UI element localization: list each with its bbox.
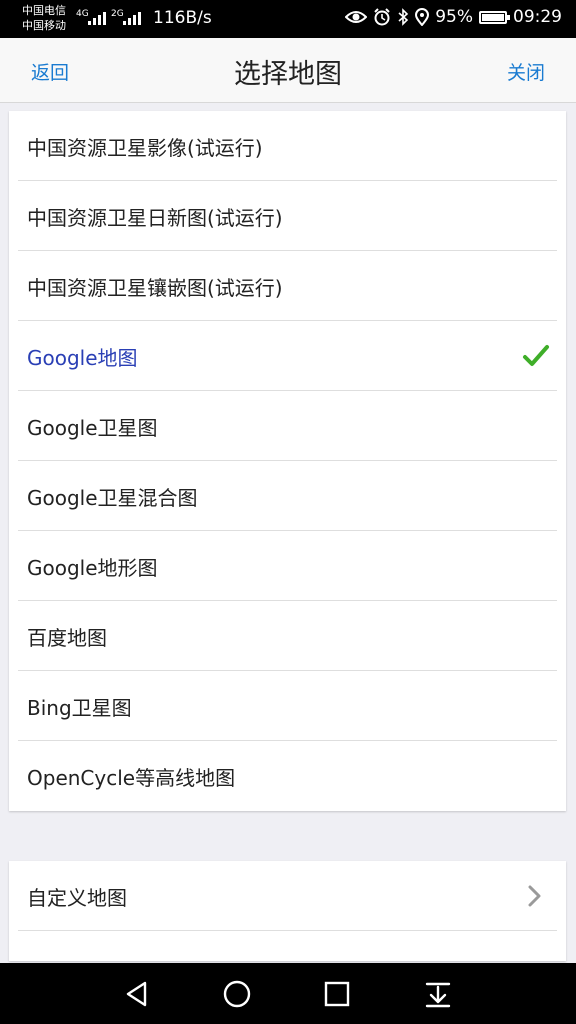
status-bar: 中国电信 中国移动 4G 2G 116B/s 95% 09:29 <box>0 0 576 38</box>
list-item-partial[interactable] <box>9 931 566 961</box>
page-title: 选择地图 <box>234 59 342 90</box>
navigation-bar: 返回 选择地图 关闭 <box>0 38 576 103</box>
alarm-icon <box>374 8 390 26</box>
recents-square-icon[interactable] <box>321 978 353 1010</box>
system-nav-bar <box>0 963 576 1024</box>
map-option-label: Bing卫星图 <box>27 695 132 720</box>
map-option-3[interactable]: 中国资源卫星镶嵌图(试运行) <box>9 251 566 321</box>
network-type-1: 4G <box>76 9 89 19</box>
signal-icon <box>88 12 106 25</box>
map-option-9[interactable]: Bing卫星图 <box>9 671 566 741</box>
carrier-2: 中国移动 <box>22 19 66 32</box>
map-option-8[interactable]: 百度地图 <box>9 601 566 671</box>
map-option-label: 中国资源卫星影像(试运行) <box>27 135 263 160</box>
close-button[interactable]: 关闭 <box>507 58 545 85</box>
status-right: 95% 09:29 <box>345 7 562 27</box>
location-icon <box>415 8 430 26</box>
map-option-2[interactable]: 中国资源卫星日新图(试运行) <box>9 181 566 251</box>
back-triangle-icon[interactable] <box>121 978 153 1010</box>
network-type-2: 2G <box>111 9 124 19</box>
battery-percent: 95% <box>435 7 473 27</box>
map-option-7[interactable]: Google地形图 <box>9 531 566 601</box>
checkmark-icon <box>523 345 549 366</box>
clock: 09:29 <box>513 7 562 27</box>
map-option-label: 中国资源卫星镶嵌图(试运行) <box>27 275 283 300</box>
map-option-label: Google地图 <box>27 345 138 370</box>
battery-icon <box>479 10 510 24</box>
bluetooth-icon <box>398 8 409 26</box>
carrier-1: 中国电信 <box>22 4 66 17</box>
map-option-4[interactable]: Google地图 <box>9 321 566 391</box>
custom-map-label: 自定义地图 <box>27 885 127 910</box>
map-option-label: 中国资源卫星日新图(试运行) <box>27 205 283 230</box>
map-option-label: Google卫星混合图 <box>27 485 198 510</box>
map-option-label: Google卫星图 <box>27 415 158 440</box>
custom-map-section: 自定义地图 <box>9 861 566 961</box>
home-circle-icon[interactable] <box>221 978 253 1010</box>
custom-map-item[interactable]: 自定义地图 <box>9 861 566 931</box>
carrier-names: 中国电信 中国移动 <box>22 3 66 33</box>
signal-icon-2 <box>123 12 141 25</box>
chevron-right-icon <box>528 885 541 907</box>
notification-pull-icon[interactable] <box>422 978 454 1010</box>
eye-icon <box>345 11 368 23</box>
map-option-label: Google地形图 <box>27 555 158 580</box>
map-option-6[interactable]: Google卫星混合图 <box>9 461 566 531</box>
map-list: 中国资源卫星影像(试运行) 中国资源卫星日新图(试运行) 中国资源卫星镶嵌图(试… <box>9 111 566 811</box>
map-option-10[interactable]: OpenCycle等高线地图 <box>9 741 566 811</box>
map-option-label: OpenCycle等高线地图 <box>27 765 236 790</box>
map-option-5[interactable]: Google卫星图 <box>9 391 566 461</box>
network-speed: 116B/s <box>153 8 212 28</box>
map-option-label: 百度地图 <box>27 625 107 650</box>
map-option-1[interactable]: 中国资源卫星影像(试运行) <box>9 111 566 181</box>
